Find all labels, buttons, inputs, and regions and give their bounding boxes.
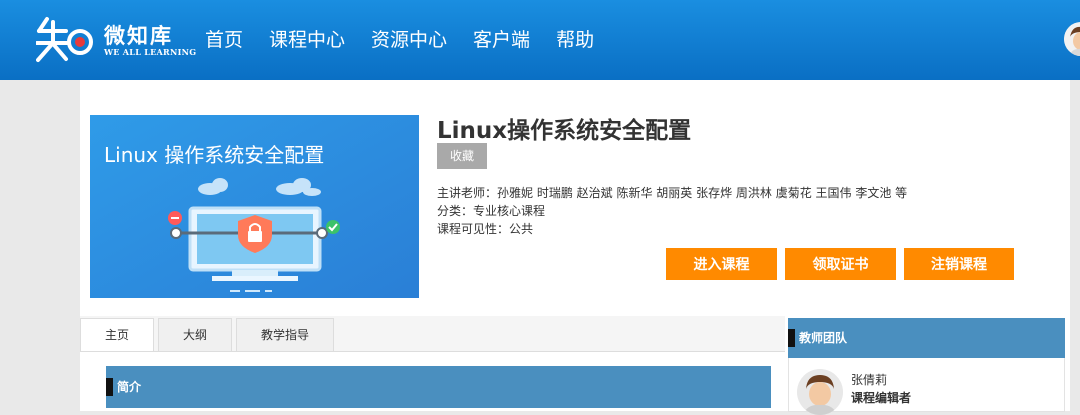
course-info: 主讲老师：孙雅妮 时瑞鹏 赵治斌 陈新华 胡丽英 张存烨 周洪林 虞菊花 王国伟… — [437, 184, 907, 238]
member-avatar[interactable] — [797, 369, 843, 415]
section-marker — [788, 329, 795, 347]
user-avatar-icon — [1064, 22, 1080, 56]
teacher-team-title: 教师团队 — [799, 331, 848, 345]
enter-course-button[interactable]: 进入课程 — [666, 248, 777, 280]
site-logo[interactable]: 微知库 WE ALL LEARNING — [36, 16, 196, 64]
course-title: Linux操作系统安全配置 — [437, 118, 692, 144]
favorite-button[interactable]: 收藏 — [437, 143, 487, 169]
teacher-team-header: 教师团队 — [788, 318, 1065, 358]
main-nav: 首页 课程中心 资源中心 客户端 帮助 — [205, 28, 620, 52]
member-avatar-icon — [797, 369, 843, 415]
course-tabs: 主页 大纲 教学指导 — [80, 318, 338, 353]
course-cover-image: Linux 操作系统安全配置 — [90, 115, 419, 298]
tab-outline[interactable]: 大纲 — [158, 318, 232, 351]
logo-icon — [36, 17, 93, 62]
top-navigation-bar: 微知库 WE ALL LEARNING 首页 课程中心 资源中心 客户端 帮助 — [0, 0, 1080, 80]
cover-illustration: Linux 操作系统安全配置 — [90, 115, 419, 298]
tab-home[interactable]: 主页 — [80, 318, 154, 353]
unregister-course-button[interactable]: 注销课程 — [904, 248, 1014, 280]
brand-name: 微知库 — [104, 24, 173, 48]
nav-item-help[interactable]: 帮助 — [556, 28, 594, 52]
nav-item-course-center[interactable]: 课程中心 — [269, 28, 345, 52]
course-category: 分类：专业核心课程 — [437, 204, 546, 218]
get-certificate-button[interactable]: 领取证书 — [785, 248, 896, 280]
intro-section-title: 简介 — [117, 380, 142, 394]
tab-teaching-guide[interactable]: 教学指导 — [236, 318, 334, 351]
member-role: 课程编辑者 — [851, 391, 912, 405]
section-marker — [106, 378, 113, 396]
intro-section-header: 简介 — [106, 366, 771, 408]
user-avatar[interactable] — [1064, 22, 1080, 56]
nav-item-resource-center[interactable]: 资源中心 — [371, 28, 447, 52]
course-visibility: 课程可见性：公共 — [437, 222, 534, 236]
nav-item-client[interactable]: 客户端 — [473, 28, 530, 52]
member-name[interactable]: 张倩莉 — [851, 371, 887, 388]
nav-item-home[interactable]: 首页 — [205, 28, 243, 52]
course-teachers: 主讲老师：孙雅妮 时瑞鹏 赵治斌 陈新华 胡丽英 张存烨 周洪林 虞菊花 王国伟… — [437, 186, 908, 200]
cover-title: Linux 操作系统安全配置 — [104, 143, 324, 167]
brand-slogan: WE ALL LEARNING — [104, 47, 197, 57]
